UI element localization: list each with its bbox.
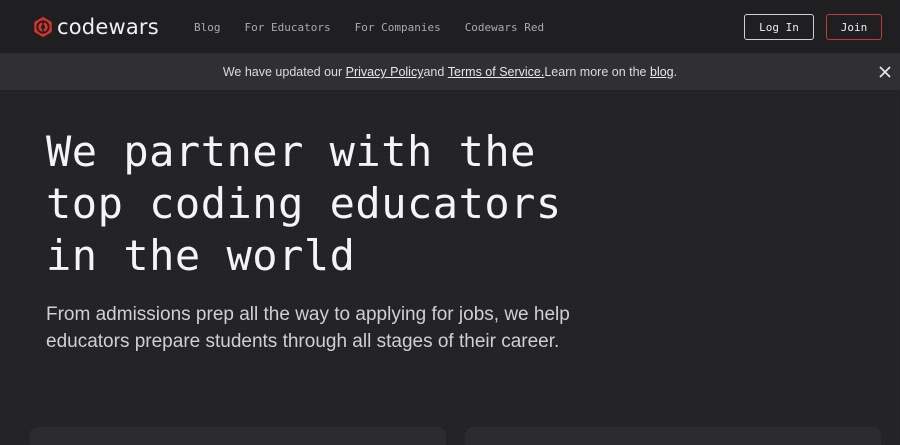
notice-and: and (423, 65, 445, 79)
feature-card-left (30, 427, 446, 445)
notice-prefix: We have updated our (222, 65, 343, 79)
privacy-policy-link[interactable]: Privacy Policy (346, 65, 424, 79)
nav-link-blog[interactable]: Blog (194, 21, 221, 34)
hero-title-line: We partner with the (46, 127, 536, 176)
policy-notice-banner: We have updated our Privacy Policy and T… (0, 54, 900, 90)
notice-middle: Learn more on the (544, 65, 647, 79)
join-button[interactable]: Join (826, 14, 882, 40)
nav-link-for-educators[interactable]: For Educators (245, 21, 331, 34)
top-navigation: codewars Blog For Educators For Companie… (0, 0, 900, 54)
hero-subtitle: From admissions prep all the way to appl… (46, 301, 606, 355)
hero-title-line: in the world (46, 231, 356, 280)
codewars-logo-icon (34, 16, 52, 38)
nav-link-codewars-red[interactable]: Codewars Red (465, 21, 544, 34)
notice-message: We have updated our Privacy Policy and T… (0, 54, 900, 90)
hero-subtitle-line: From admissions prep all the way to appl… (46, 304, 570, 325)
terms-of-service-link[interactable]: Terms of Service. (448, 65, 545, 79)
hero-title-line: top coding educators (46, 179, 562, 228)
close-icon[interactable] (878, 65, 892, 79)
blog-link[interactable]: blog (650, 65, 674, 79)
brand-name: codewars (57, 15, 159, 39)
hero-subtitle-line: educators prepare students through all s… (46, 331, 560, 352)
hero-title: We partner with the top coding educators… (46, 126, 666, 282)
login-button[interactable]: Log In (744, 14, 814, 40)
nav-link-for-companies[interactable]: For Companies (355, 21, 441, 34)
page: codewars Blog For Educators For Companie… (0, 0, 900, 445)
notice-suffix: . (673, 65, 678, 79)
nav-links: Blog For Educators For Companies Codewar… (194, 0, 544, 54)
feature-card-right (465, 427, 881, 445)
brand-home-link[interactable]: codewars (32, 13, 159, 41)
